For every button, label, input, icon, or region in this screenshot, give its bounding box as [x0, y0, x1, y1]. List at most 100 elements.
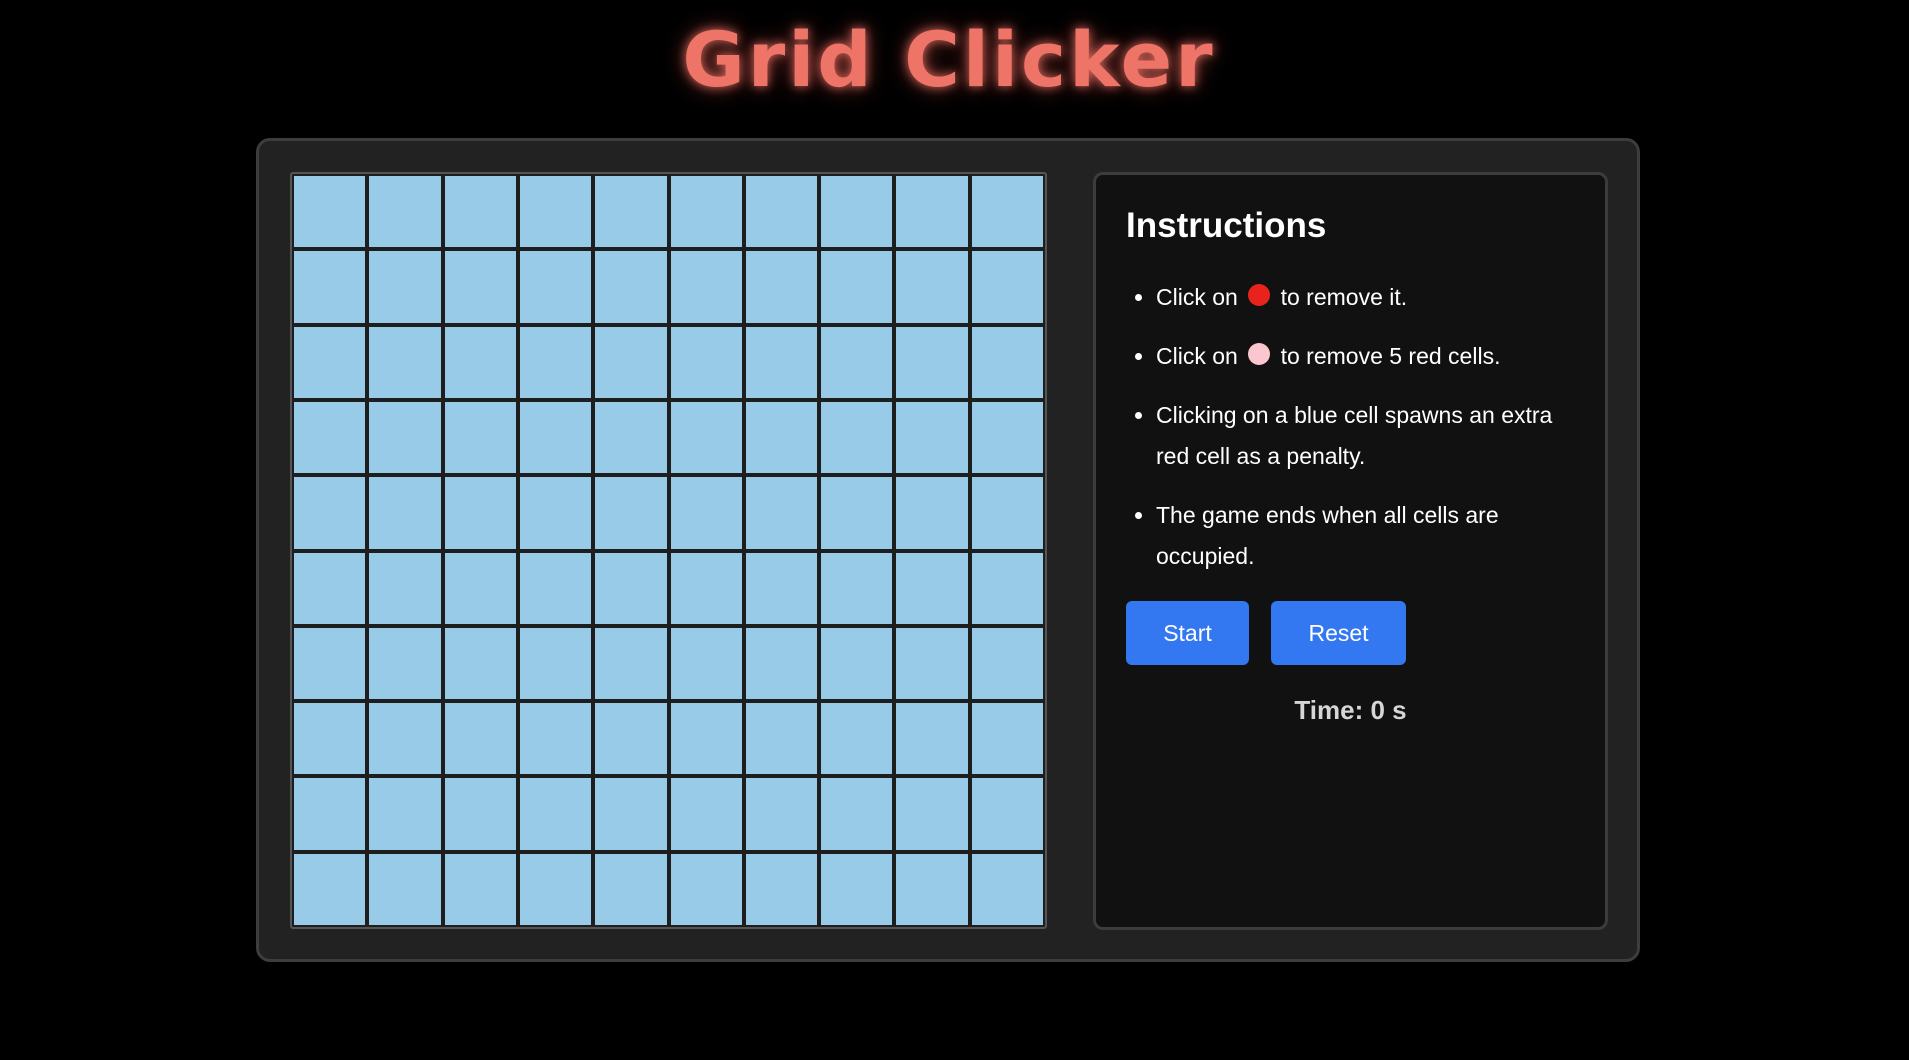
grid-cell[interactable]	[595, 552, 667, 624]
grid-cell[interactable]	[896, 477, 968, 549]
grid-cell[interactable]	[971, 627, 1043, 700]
grid-cell[interactable]	[670, 326, 742, 398]
grid-cell[interactable]	[821, 477, 893, 549]
grid-cell[interactable]	[745, 552, 818, 624]
start-button[interactable]: Start	[1126, 601, 1249, 665]
grid-cell[interactable]	[519, 251, 592, 323]
grid-cell[interactable]	[745, 627, 818, 700]
grid-cell[interactable]	[896, 778, 968, 850]
grid-cell[interactable]	[670, 477, 742, 549]
grid-cell[interactable]	[971, 251, 1043, 323]
grid-cell[interactable]	[369, 703, 441, 775]
grid-cell[interactable]	[595, 853, 667, 925]
grid-cell[interactable]	[971, 477, 1043, 549]
grid-cell[interactable]	[519, 627, 592, 700]
grid-cell[interactable]	[369, 477, 441, 549]
grid-cell[interactable]	[821, 778, 893, 850]
grid-cell[interactable]	[670, 778, 742, 850]
grid-cell[interactable]	[896, 552, 968, 624]
grid-cell[interactable]	[519, 853, 592, 925]
grid-cell[interactable]	[821, 401, 893, 474]
grid-cell[interactable]	[369, 401, 441, 474]
grid-cell[interactable]	[369, 326, 441, 398]
grid-cell[interactable]	[595, 778, 667, 850]
grid-cell[interactable]	[670, 627, 742, 700]
grid-cell[interactable]	[519, 778, 592, 850]
reset-button[interactable]: Reset	[1271, 601, 1406, 665]
grid-cell[interactable]	[369, 627, 441, 700]
grid-cell[interactable]	[519, 401, 592, 474]
grid-cell[interactable]	[444, 627, 516, 700]
grid-cell[interactable]	[971, 778, 1043, 850]
grid-cell[interactable]	[369, 251, 441, 323]
grid-cell[interactable]	[821, 703, 893, 775]
grid-cell[interactable]	[821, 176, 893, 248]
grid-cell[interactable]	[595, 401, 667, 474]
grid-cell[interactable]	[519, 326, 592, 398]
grid-cell[interactable]	[294, 176, 366, 248]
grid-cell[interactable]	[670, 251, 742, 323]
grid-cell[interactable]	[444, 176, 516, 248]
grid-cell[interactable]	[670, 853, 742, 925]
grid-cell[interactable]	[670, 401, 742, 474]
grid-cell[interactable]	[369, 778, 441, 850]
grid-cell[interactable]	[821, 627, 893, 700]
grid-cell[interactable]	[896, 251, 968, 323]
grid-cell[interactable]	[595, 251, 667, 323]
grid-cell[interactable]	[519, 176, 592, 248]
grid-cell[interactable]	[896, 627, 968, 700]
grid-cell[interactable]	[821, 326, 893, 398]
grid-cell[interactable]	[595, 326, 667, 398]
grid-cell[interactable]	[745, 778, 818, 850]
grid-cell[interactable]	[294, 477, 366, 549]
grid-cell[interactable]	[896, 703, 968, 775]
grid-cell[interactable]	[444, 477, 516, 549]
grid-cell[interactable]	[745, 176, 818, 248]
grid-cell[interactable]	[519, 703, 592, 775]
grid-cell[interactable]	[444, 778, 516, 850]
grid-cell[interactable]	[971, 401, 1043, 474]
grid-cell[interactable]	[595, 627, 667, 700]
grid-cell[interactable]	[971, 326, 1043, 398]
grid-cell[interactable]	[821, 251, 893, 323]
grid-cell[interactable]	[896, 853, 968, 925]
grid-cell[interactable]	[444, 703, 516, 775]
grid-cell[interactable]	[896, 176, 968, 248]
grid-cell[interactable]	[294, 251, 366, 323]
grid-cell[interactable]	[971, 853, 1043, 925]
grid-cell[interactable]	[294, 326, 366, 398]
grid-cell[interactable]	[745, 251, 818, 323]
grid-cell[interactable]	[294, 853, 366, 925]
grid-cell[interactable]	[444, 326, 516, 398]
grid-cell[interactable]	[670, 552, 742, 624]
grid-cell[interactable]	[745, 703, 818, 775]
grid-cell[interactable]	[519, 477, 592, 549]
grid-cell[interactable]	[369, 176, 441, 248]
grid-cell[interactable]	[595, 703, 667, 775]
grid-cell[interactable]	[369, 853, 441, 925]
grid-cell[interactable]	[444, 251, 516, 323]
grid-cell[interactable]	[670, 176, 742, 248]
grid-cell[interactable]	[294, 401, 366, 474]
grid-cell[interactable]	[369, 552, 441, 624]
grid-cell[interactable]	[444, 552, 516, 624]
grid-cell[interactable]	[745, 326, 818, 398]
grid-cell[interactable]	[745, 853, 818, 925]
grid-cell[interactable]	[821, 853, 893, 925]
grid-cell[interactable]	[294, 778, 366, 850]
grid-cell[interactable]	[821, 552, 893, 624]
grid-cell[interactable]	[294, 627, 366, 700]
grid-cell[interactable]	[745, 401, 818, 474]
grid-cell[interactable]	[971, 552, 1043, 624]
grid-cell[interactable]	[294, 552, 366, 624]
grid-cell[interactable]	[294, 703, 366, 775]
grid-cell[interactable]	[519, 552, 592, 624]
grid-cell[interactable]	[971, 703, 1043, 775]
grid-cell[interactable]	[595, 477, 667, 549]
grid-cell[interactable]	[444, 401, 516, 474]
grid-cell[interactable]	[444, 853, 516, 925]
grid-cell[interactable]	[896, 401, 968, 474]
grid-cell[interactable]	[971, 176, 1043, 248]
grid-cell[interactable]	[745, 477, 818, 549]
grid-cell[interactable]	[670, 703, 742, 775]
